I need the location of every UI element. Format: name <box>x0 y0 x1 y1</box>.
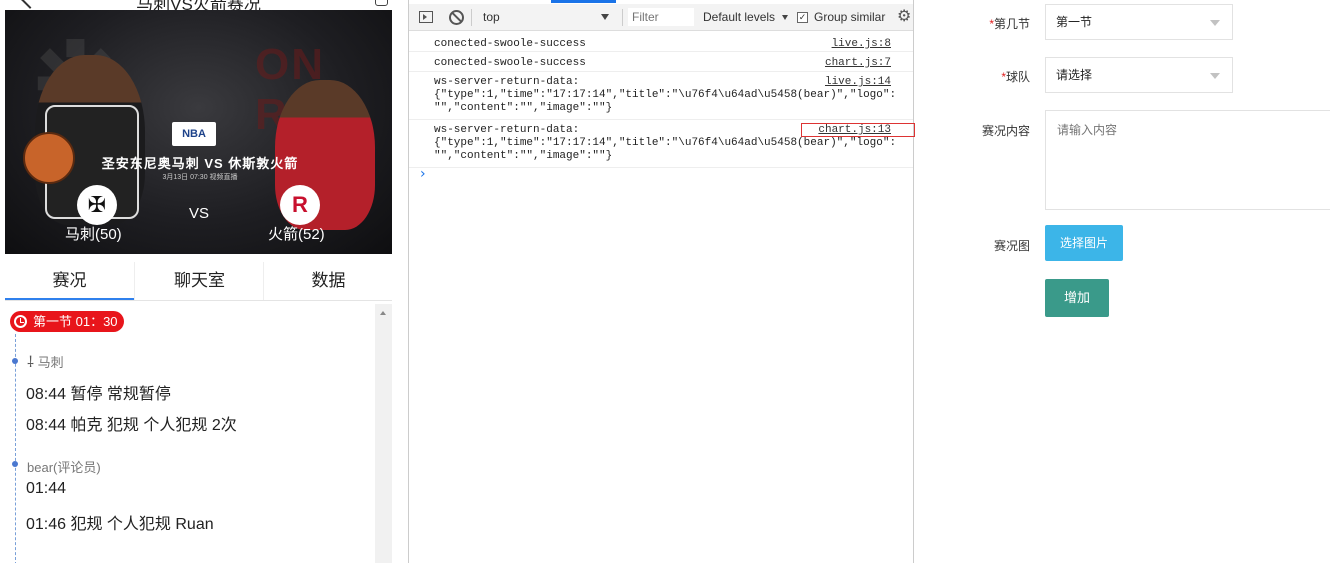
choose-image-button[interactable]: 选择图片 <box>1045 225 1123 261</box>
gear-icon[interactable]: ⚙ <box>897 9 911 25</box>
log-source-link[interactable]: live.js:14 <box>825 76 891 88</box>
tab-live[interactable]: 赛况 <box>5 262 134 300</box>
spurs-logo-icon: ✠ <box>77 185 117 225</box>
log-source-link[interactable]: live.js:8 <box>832 38 891 50</box>
banner-subline: 3月13日 07:30 视频直播 <box>162 174 238 181</box>
group-similar-label: Group similar <box>814 10 886 24</box>
nba-logo: NBA <box>172 122 216 146</box>
away-team-score: 火箭(52) <box>268 226 325 243</box>
period-badge-text: 第一节 01：30 <box>33 314 118 329</box>
toolbar-divider <box>471 9 472 26</box>
tab-stats[interactable]: 数据 <box>263 262 393 300</box>
feed-event: 01:46 犯规 个人犯规 Ruan <box>26 516 214 533</box>
console-prompt-icon[interactable]: › <box>420 166 426 182</box>
spurs-small-icon: ⸸ <box>27 354 35 371</box>
log-source-link[interactable]: chart.js:7 <box>825 57 891 69</box>
feed-group-author: bear(评论员) <box>27 460 101 475</box>
chevron-down-icon <box>1210 73 1220 79</box>
home-team-score: 马刺(50) <box>65 226 122 243</box>
active-panel-indicator <box>551 0 616 3</box>
top-bar: 马刺VS火箭赛况 <box>5 0 392 10</box>
chevron-down-icon[interactable] <box>782 15 788 20</box>
scroll-up-arrow-icon[interactable] <box>380 311 386 315</box>
tab-chatroom[interactable]: 聊天室 <box>134 262 264 300</box>
feed-group-author: ⸸ 马刺 <box>27 354 64 371</box>
toolbar-divider <box>622 9 623 26</box>
image-field-label: 赛况图 <box>993 239 1030 253</box>
console-log-row: conected-swoole-success live.js:8 <box>409 32 913 52</box>
timeline-line <box>15 334 16 563</box>
period-badge: 第一节 01：30 <box>10 311 124 332</box>
feed-event: 08:44 暂停 常规暂停 <box>26 386 171 403</box>
content-textarea[interactable] <box>1045 110 1330 210</box>
add-button[interactable]: 增加 <box>1045 279 1109 317</box>
basketball-image <box>23 132 75 184</box>
timeline-dot <box>12 358 18 364</box>
filter-input[interactable] <box>628 8 694 26</box>
group-similar-checkbox[interactable]: ✓ <box>797 12 808 23</box>
console-messages: conected-swoole-success live.js:8 conect… <box>409 32 913 168</box>
live-feed: 第一节 01：30 ⸸ 马刺 08:44 暂停 常规暂停 08:44 帕克 犯规… <box>5 304 375 563</box>
period-field-label: *第几节 <box>989 17 1030 31</box>
banner-headline: 圣安东尼奥马刺 VS 休斯敦火箭 <box>101 156 299 171</box>
rockets-logo-icon: R <box>280 185 320 225</box>
team-field-label: *球队 <box>1001 70 1030 84</box>
console-log-row: ws-server-return-data: {"type":1,"time":… <box>409 72 913 120</box>
sidebar-toggle-icon[interactable] <box>419 11 433 23</box>
timeline-dot <box>12 461 18 467</box>
context-select[interactable]: top <box>479 7 619 27</box>
tab-bar: 赛况 聊天室 数据 <box>5 262 392 301</box>
page-title: 马刺VS火箭赛况 <box>136 0 261 10</box>
feed-scrollbar[interactable] <box>375 304 392 563</box>
team-select[interactable]: 请选择 <box>1045 57 1233 93</box>
clear-console-icon[interactable] <box>449 10 464 25</box>
log-levels-select[interactable]: Default levels <box>703 8 775 26</box>
log-message: conected-swoole-success <box>434 38 586 50</box>
vs-label: VS <box>189 205 210 222</box>
chevron-down-icon[interactable] <box>601 14 609 20</box>
menu-icon[interactable] <box>375 0 388 6</box>
period-select[interactable]: 第一节 <box>1045 4 1233 40</box>
annotation-highlight-box <box>801 123 915 137</box>
match-banner: ⋇ ON ROC NBA 圣安东尼奥马刺 VS 休斯敦火箭 3月13日 07:3… <box>5 10 392 254</box>
live-update-form: *第几节 第一节 *球队 请选择 赛况内容 赛况图 选择图片 增加 <box>915 0 1330 563</box>
content-field-label: 赛况内容 <box>981 124 1030 138</box>
log-message: conected-swoole-success <box>434 57 586 69</box>
clock-icon <box>14 315 27 328</box>
console-log-row: conected-swoole-success chart.js:7 <box>409 52 913 72</box>
feed-event: 01:44 <box>26 480 67 497</box>
mobile-page: 马刺VS火箭赛况 ⋇ ON ROC NBA 圣安东尼奥马刺 VS 休斯敦火箭 3… <box>0 0 408 563</box>
console-toolbar: top Default levels ✓ Group similar ⚙ <box>409 4 913 31</box>
feed-event: 08:44 帕克 犯规 个人犯规 2次 <box>26 417 237 434</box>
chevron-down-icon <box>1210 20 1220 26</box>
devtools-console-panel: top Default levels ✓ Group similar ⚙ con… <box>408 0 915 563</box>
